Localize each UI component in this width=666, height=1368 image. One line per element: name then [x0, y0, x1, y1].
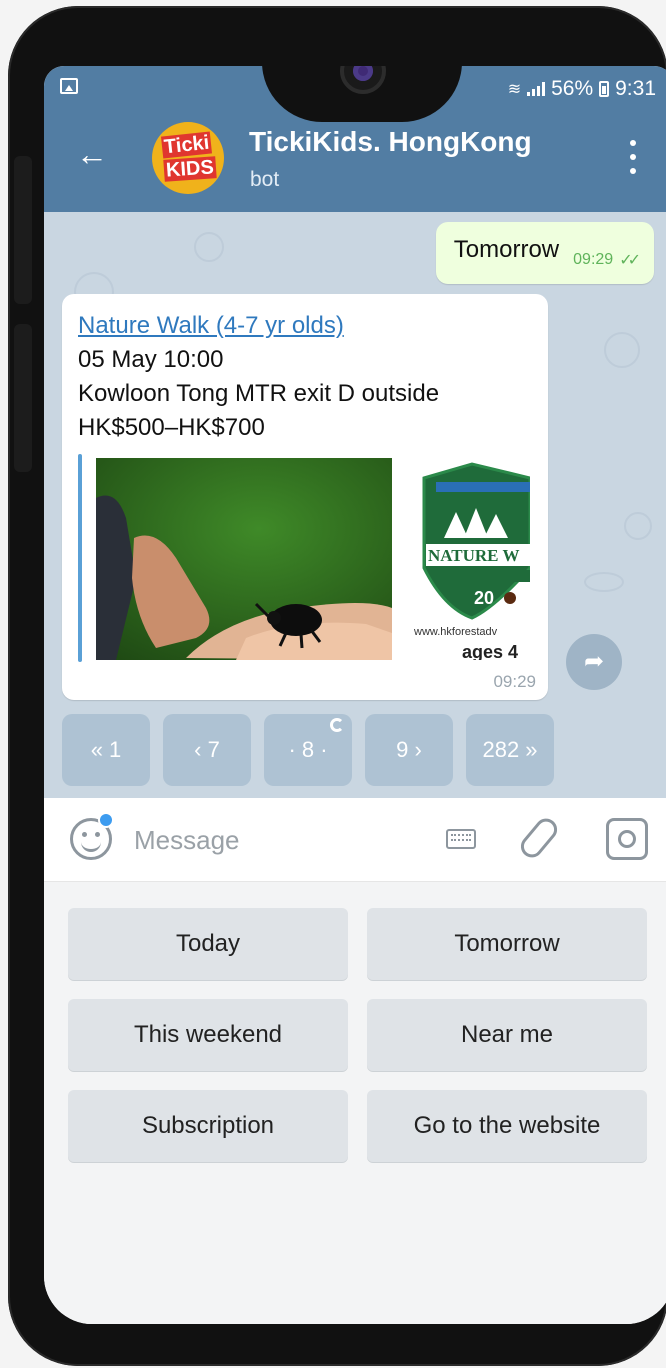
chat-header: ← Ticki KIDS TickiKids. HongKong bot	[44, 112, 666, 212]
page-prev-button[interactable]: ‹ 7	[163, 714, 251, 786]
promo-website-text: www.hkforestadv	[414, 626, 498, 638]
tomorrow-button[interactable]: Tomorrow	[367, 908, 647, 980]
chat-subtitle: bot	[250, 168, 280, 191]
signal-icon	[527, 82, 546, 96]
promo-image[interactable]: NATURE W 20 www.hkforestadv ages 4	[414, 458, 530, 660]
chat-area[interactable]: Tomorrow 09:29 ✓✓ Nature Walk (4-7 yr ol…	[44, 212, 666, 798]
svg-text:20: 20	[474, 588, 494, 608]
phone-frame: ≋ 56% 9:31 ← Ticki KIDS TickiKids. HongK…	[8, 6, 666, 1366]
attach-icon[interactable]	[516, 814, 562, 862]
event-date: 05 May 10:00	[78, 346, 224, 373]
page-current-label: · 8 ·	[288, 737, 328, 762]
wallpaper-doodle	[194, 232, 224, 262]
today-button[interactable]: Today	[68, 908, 348, 980]
website-button[interactable]: Go to the website	[367, 1090, 647, 1162]
page-next-label: 9 ›	[396, 737, 422, 762]
screen: ≋ 56% 9:31 ← Ticki KIDS TickiKids. HongK…	[44, 66, 666, 1324]
status-time: 9:31	[615, 77, 656, 100]
incoming-message[interactable]: Nature Walk (4-7 yr olds) 05 May 10:00 K…	[62, 294, 548, 700]
outgoing-time-text: 09:29	[573, 251, 614, 268]
event-photo[interactable]	[96, 458, 392, 660]
event-location: Kowloon Tong MTR exit D outside	[78, 380, 440, 407]
battery-icon	[599, 81, 610, 97]
event-link[interactable]: Nature Walk (4-7 yr olds)	[78, 312, 344, 340]
page-first-label: « 1	[90, 737, 122, 762]
back-arrow-icon[interactable]: ←	[74, 136, 110, 172]
more-options-icon[interactable]	[628, 140, 638, 174]
page-next-button[interactable]: 9 ›	[365, 714, 453, 786]
avatar-logo-line2: KIDS	[163, 156, 217, 182]
wallpaper-doodle	[604, 332, 640, 368]
svg-text:NATURE W: NATURE W	[428, 546, 519, 565]
wallpaper-doodle	[584, 572, 624, 592]
volume-down-button	[14, 324, 32, 472]
keyboard-icon[interactable]	[446, 829, 476, 849]
wallpaper-doodle	[624, 512, 652, 540]
notification-dot	[98, 812, 114, 828]
page-last-label: 282 »	[482, 737, 538, 762]
page-first-button[interactable]: « 1	[62, 714, 150, 786]
share-icon[interactable]: ➦	[566, 634, 622, 690]
outgoing-message-time: 09:29 ✓✓	[573, 250, 641, 270]
link-preview-bar	[78, 454, 82, 662]
bot-reply-keyboard: Today Tomorrow This weekend Near me Subs…	[44, 882, 666, 1324]
page-current-button[interactable]: · 8 ·	[264, 714, 352, 786]
gallery-notification-icon	[60, 78, 78, 94]
event-price: HK$500–HK$700	[78, 414, 265, 441]
outgoing-message-text: Tomorrow	[453, 236, 560, 263]
avatar[interactable]: Ticki KIDS	[152, 122, 224, 194]
battery-percent: 56%	[551, 77, 594, 100]
near-me-button[interactable]: Near me	[367, 999, 647, 1071]
status-right: ≋ 56% 9:31	[508, 77, 656, 101]
nature-walk-logo-image: NATURE W 20	[422, 462, 530, 620]
wifi-icon: ≋	[507, 81, 522, 98]
loading-spinner-icon	[330, 718, 344, 732]
message-input[interactable]	[134, 820, 434, 860]
message-input-bar	[44, 798, 666, 882]
incoming-message-time: 09:29	[493, 672, 536, 691]
avatar-logo-line1: Ticki	[160, 131, 213, 159]
promo-ages-text: ages 4	[462, 642, 519, 660]
beetle-photo-image	[96, 458, 392, 660]
page-prev-label: ‹ 7	[194, 737, 220, 762]
volume-up-button	[14, 156, 32, 304]
page-last-button[interactable]: 282 »	[466, 714, 554, 786]
subscription-button[interactable]: Subscription	[68, 1090, 348, 1162]
outgoing-message[interactable]: Tomorrow 09:29 ✓✓	[435, 222, 654, 284]
camera-icon[interactable]	[606, 818, 648, 860]
read-check-icon: ✓✓	[619, 252, 641, 269]
stage: ≋ 56% 9:31 ← Ticki KIDS TickiKids. HongK…	[0, 0, 666, 1368]
chat-title[interactable]: TickiKids. HongKong	[249, 126, 532, 158]
this-weekend-button[interactable]: This weekend	[68, 999, 348, 1071]
pagination-bar: « 1 ‹ 7 · 8 · 9 › 282 »	[62, 714, 554, 786]
